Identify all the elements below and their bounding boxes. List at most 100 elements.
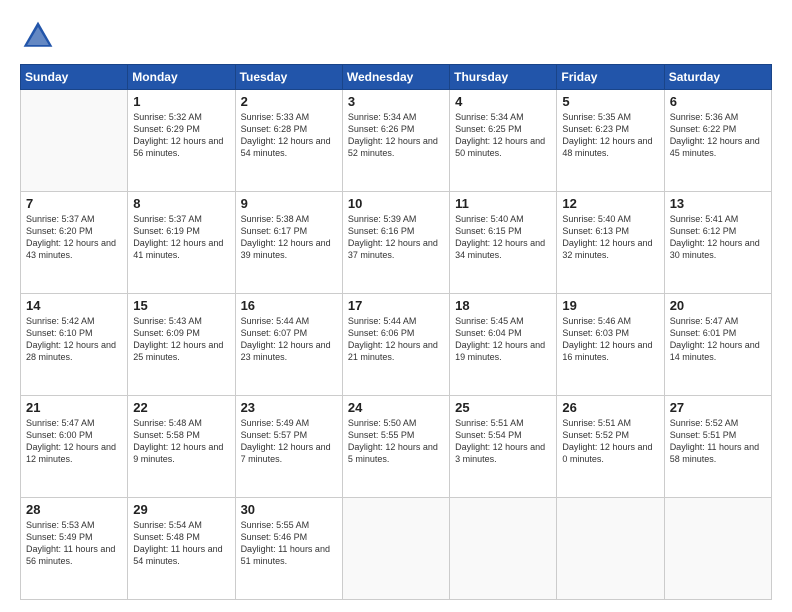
calendar-header-sunday: Sunday [21,65,128,90]
day-info: Sunrise: 5:36 AM Sunset: 6:22 PM Dayligh… [670,111,766,160]
day-info: Sunrise: 5:35 AM Sunset: 6:23 PM Dayligh… [562,111,658,160]
day-info: Sunrise: 5:53 AM Sunset: 5:49 PM Dayligh… [26,519,122,568]
day-info: Sunrise: 5:40 AM Sunset: 6:13 PM Dayligh… [562,213,658,262]
day-info: Sunrise: 5:37 AM Sunset: 6:19 PM Dayligh… [133,213,229,262]
day-info: Sunrise: 5:41 AM Sunset: 6:12 PM Dayligh… [670,213,766,262]
day-number: 20 [670,298,766,313]
calendar-cell: 11 Sunrise: 5:40 AM Sunset: 6:15 PM Dayli… [450,192,557,294]
day-info: Sunrise: 5:51 AM Sunset: 5:54 PM Dayligh… [455,417,551,466]
calendar-cell [21,90,128,192]
calendar-cell: 14 Sunrise: 5:42 AM Sunset: 6:10 PM Dayli… [21,294,128,396]
day-number: 4 [455,94,551,109]
day-number: 17 [348,298,444,313]
day-number: 7 [26,196,122,211]
day-info: Sunrise: 5:32 AM Sunset: 6:29 PM Dayligh… [133,111,229,160]
day-info: Sunrise: 5:51 AM Sunset: 5:52 PM Dayligh… [562,417,658,466]
day-info: Sunrise: 5:33 AM Sunset: 6:28 PM Dayligh… [241,111,337,160]
day-number: 2 [241,94,337,109]
day-info: Sunrise: 5:34 AM Sunset: 6:26 PM Dayligh… [348,111,444,160]
day-number: 19 [562,298,658,313]
day-number: 22 [133,400,229,415]
day-info: Sunrise: 5:45 AM Sunset: 6:04 PM Dayligh… [455,315,551,364]
calendar-cell: 22Sunrise: 5:48 AM Sunset: 5:58 PM Dayli… [128,396,235,498]
calendar-week-row: 14 Sunrise: 5:42 AM Sunset: 6:10 PM Dayli… [21,294,772,396]
day-info: Sunrise: 5:47 AM Sunset: 6:00 PM Dayligh… [26,417,122,466]
day-number: 13 [670,196,766,211]
calendar-cell: 24Sunrise: 5:50 AM Sunset: 5:55 PM Dayli… [342,396,449,498]
day-info: Sunrise: 5:34 AM Sunset: 6:25 PM Dayligh… [455,111,551,160]
calendar-cell: 10 Sunrise: 5:39 AM Sunset: 6:16 PM Dayli… [342,192,449,294]
calendar-cell: 26Sunrise: 5:51 AM Sunset: 5:52 PM Dayli… [557,396,664,498]
calendar-cell: 30 Sunrise: 5:55 AM Sunset: 5:46 PM Dayli… [235,498,342,600]
calendar-header-row: SundayMondayTuesdayWednesdayThursdayFrid… [21,65,772,90]
calendar-week-row: 7 Sunrise: 5:37 AM Sunset: 6:20 PM Daylig… [21,192,772,294]
calendar-cell: 3Sunrise: 5:34 AM Sunset: 6:26 PM Daylig… [342,90,449,192]
header [20,18,772,54]
logo [20,18,62,54]
day-info: Sunrise: 5:47 AM Sunset: 6:01 PM Dayligh… [670,315,766,364]
calendar-cell [450,498,557,600]
day-number: 23 [241,400,337,415]
day-info: Sunrise: 5:52 AM Sunset: 5:51 PM Dayligh… [670,417,766,466]
calendar-cell: 29Sunrise: 5:54 AM Sunset: 5:48 PM Dayli… [128,498,235,600]
calendar-cell: 7 Sunrise: 5:37 AM Sunset: 6:20 PM Daylig… [21,192,128,294]
calendar-cell: 15Sunrise: 5:43 AM Sunset: 6:09 PM Dayli… [128,294,235,396]
day-number: 21 [26,400,122,415]
calendar-cell: 20 Sunrise: 5:47 AM Sunset: 6:01 PM Dayli… [664,294,771,396]
day-number: 30 [241,502,337,517]
calendar-header-monday: Monday [128,65,235,90]
page: SundayMondayTuesdayWednesdayThursdayFrid… [0,0,792,612]
calendar-cell [342,498,449,600]
calendar-cell: 2 Sunrise: 5:33 AM Sunset: 6:28 PM Daylig… [235,90,342,192]
calendar-cell: 12 Sunrise: 5:40 AM Sunset: 6:13 PM Dayli… [557,192,664,294]
calendar-cell: 5 Sunrise: 5:35 AM Sunset: 6:23 PM Daylig… [557,90,664,192]
day-number: 11 [455,196,551,211]
day-number: 1 [133,94,229,109]
day-info: Sunrise: 5:42 AM Sunset: 6:10 PM Dayligh… [26,315,122,364]
day-info: Sunrise: 5:43 AM Sunset: 6:09 PM Dayligh… [133,315,229,364]
calendar-cell: 16Sunrise: 5:44 AM Sunset: 6:07 PM Dayli… [235,294,342,396]
day-number: 10 [348,196,444,211]
calendar-cell: 18 Sunrise: 5:45 AM Sunset: 6:04 PM Dayli… [450,294,557,396]
day-number: 29 [133,502,229,517]
calendar-header-tuesday: Tuesday [235,65,342,90]
calendar-cell: 27 Sunrise: 5:52 AM Sunset: 5:51 PM Dayli… [664,396,771,498]
day-number: 18 [455,298,551,313]
day-info: Sunrise: 5:40 AM Sunset: 6:15 PM Dayligh… [455,213,551,262]
calendar-header-thursday: Thursday [450,65,557,90]
calendar-header-wednesday: Wednesday [342,65,449,90]
day-number: 14 [26,298,122,313]
calendar-cell: 25 Sunrise: 5:51 AM Sunset: 5:54 PM Dayli… [450,396,557,498]
day-info: Sunrise: 5:55 AM Sunset: 5:46 PM Dayligh… [241,519,337,568]
day-number: 6 [670,94,766,109]
calendar-cell: 6 Sunrise: 5:36 AM Sunset: 6:22 PM Daylig… [664,90,771,192]
calendar-cell: 21 Sunrise: 5:47 AM Sunset: 6:00 PM Dayli… [21,396,128,498]
calendar-week-row: 21 Sunrise: 5:47 AM Sunset: 6:00 PM Dayli… [21,396,772,498]
day-number: 27 [670,400,766,415]
calendar-header-friday: Friday [557,65,664,90]
day-number: 9 [241,196,337,211]
calendar-cell: 23 Sunrise: 5:49 AM Sunset: 5:57 PM Dayli… [235,396,342,498]
calendar-table: SundayMondayTuesdayWednesdayThursdayFrid… [20,64,772,600]
calendar-cell [557,498,664,600]
calendar-cell: 8 Sunrise: 5:37 AM Sunset: 6:19 PM Daylig… [128,192,235,294]
day-info: Sunrise: 5:37 AM Sunset: 6:20 PM Dayligh… [26,213,122,262]
calendar-cell: 1 Sunrise: 5:32 AM Sunset: 6:29 PM Daylig… [128,90,235,192]
calendar-cell: 9Sunrise: 5:38 AM Sunset: 6:17 PM Daylig… [235,192,342,294]
calendar-cell: 19 Sunrise: 5:46 AM Sunset: 6:03 PM Dayli… [557,294,664,396]
calendar-header-saturday: Saturday [664,65,771,90]
day-number: 24 [348,400,444,415]
day-number: 25 [455,400,551,415]
day-number: 12 [562,196,658,211]
day-info: Sunrise: 5:49 AM Sunset: 5:57 PM Dayligh… [241,417,337,466]
calendar-cell: 28 Sunrise: 5:53 AM Sunset: 5:49 PM Dayli… [21,498,128,600]
day-info: Sunrise: 5:39 AM Sunset: 6:16 PM Dayligh… [348,213,444,262]
day-number: 5 [562,94,658,109]
day-number: 28 [26,502,122,517]
calendar-cell: 4 Sunrise: 5:34 AM Sunset: 6:25 PM Daylig… [450,90,557,192]
day-info: Sunrise: 5:46 AM Sunset: 6:03 PM Dayligh… [562,315,658,364]
day-number: 8 [133,196,229,211]
day-number: 16 [241,298,337,313]
calendar-week-row: 1 Sunrise: 5:32 AM Sunset: 6:29 PM Daylig… [21,90,772,192]
day-info: Sunrise: 5:44 AM Sunset: 6:06 PM Dayligh… [348,315,444,364]
